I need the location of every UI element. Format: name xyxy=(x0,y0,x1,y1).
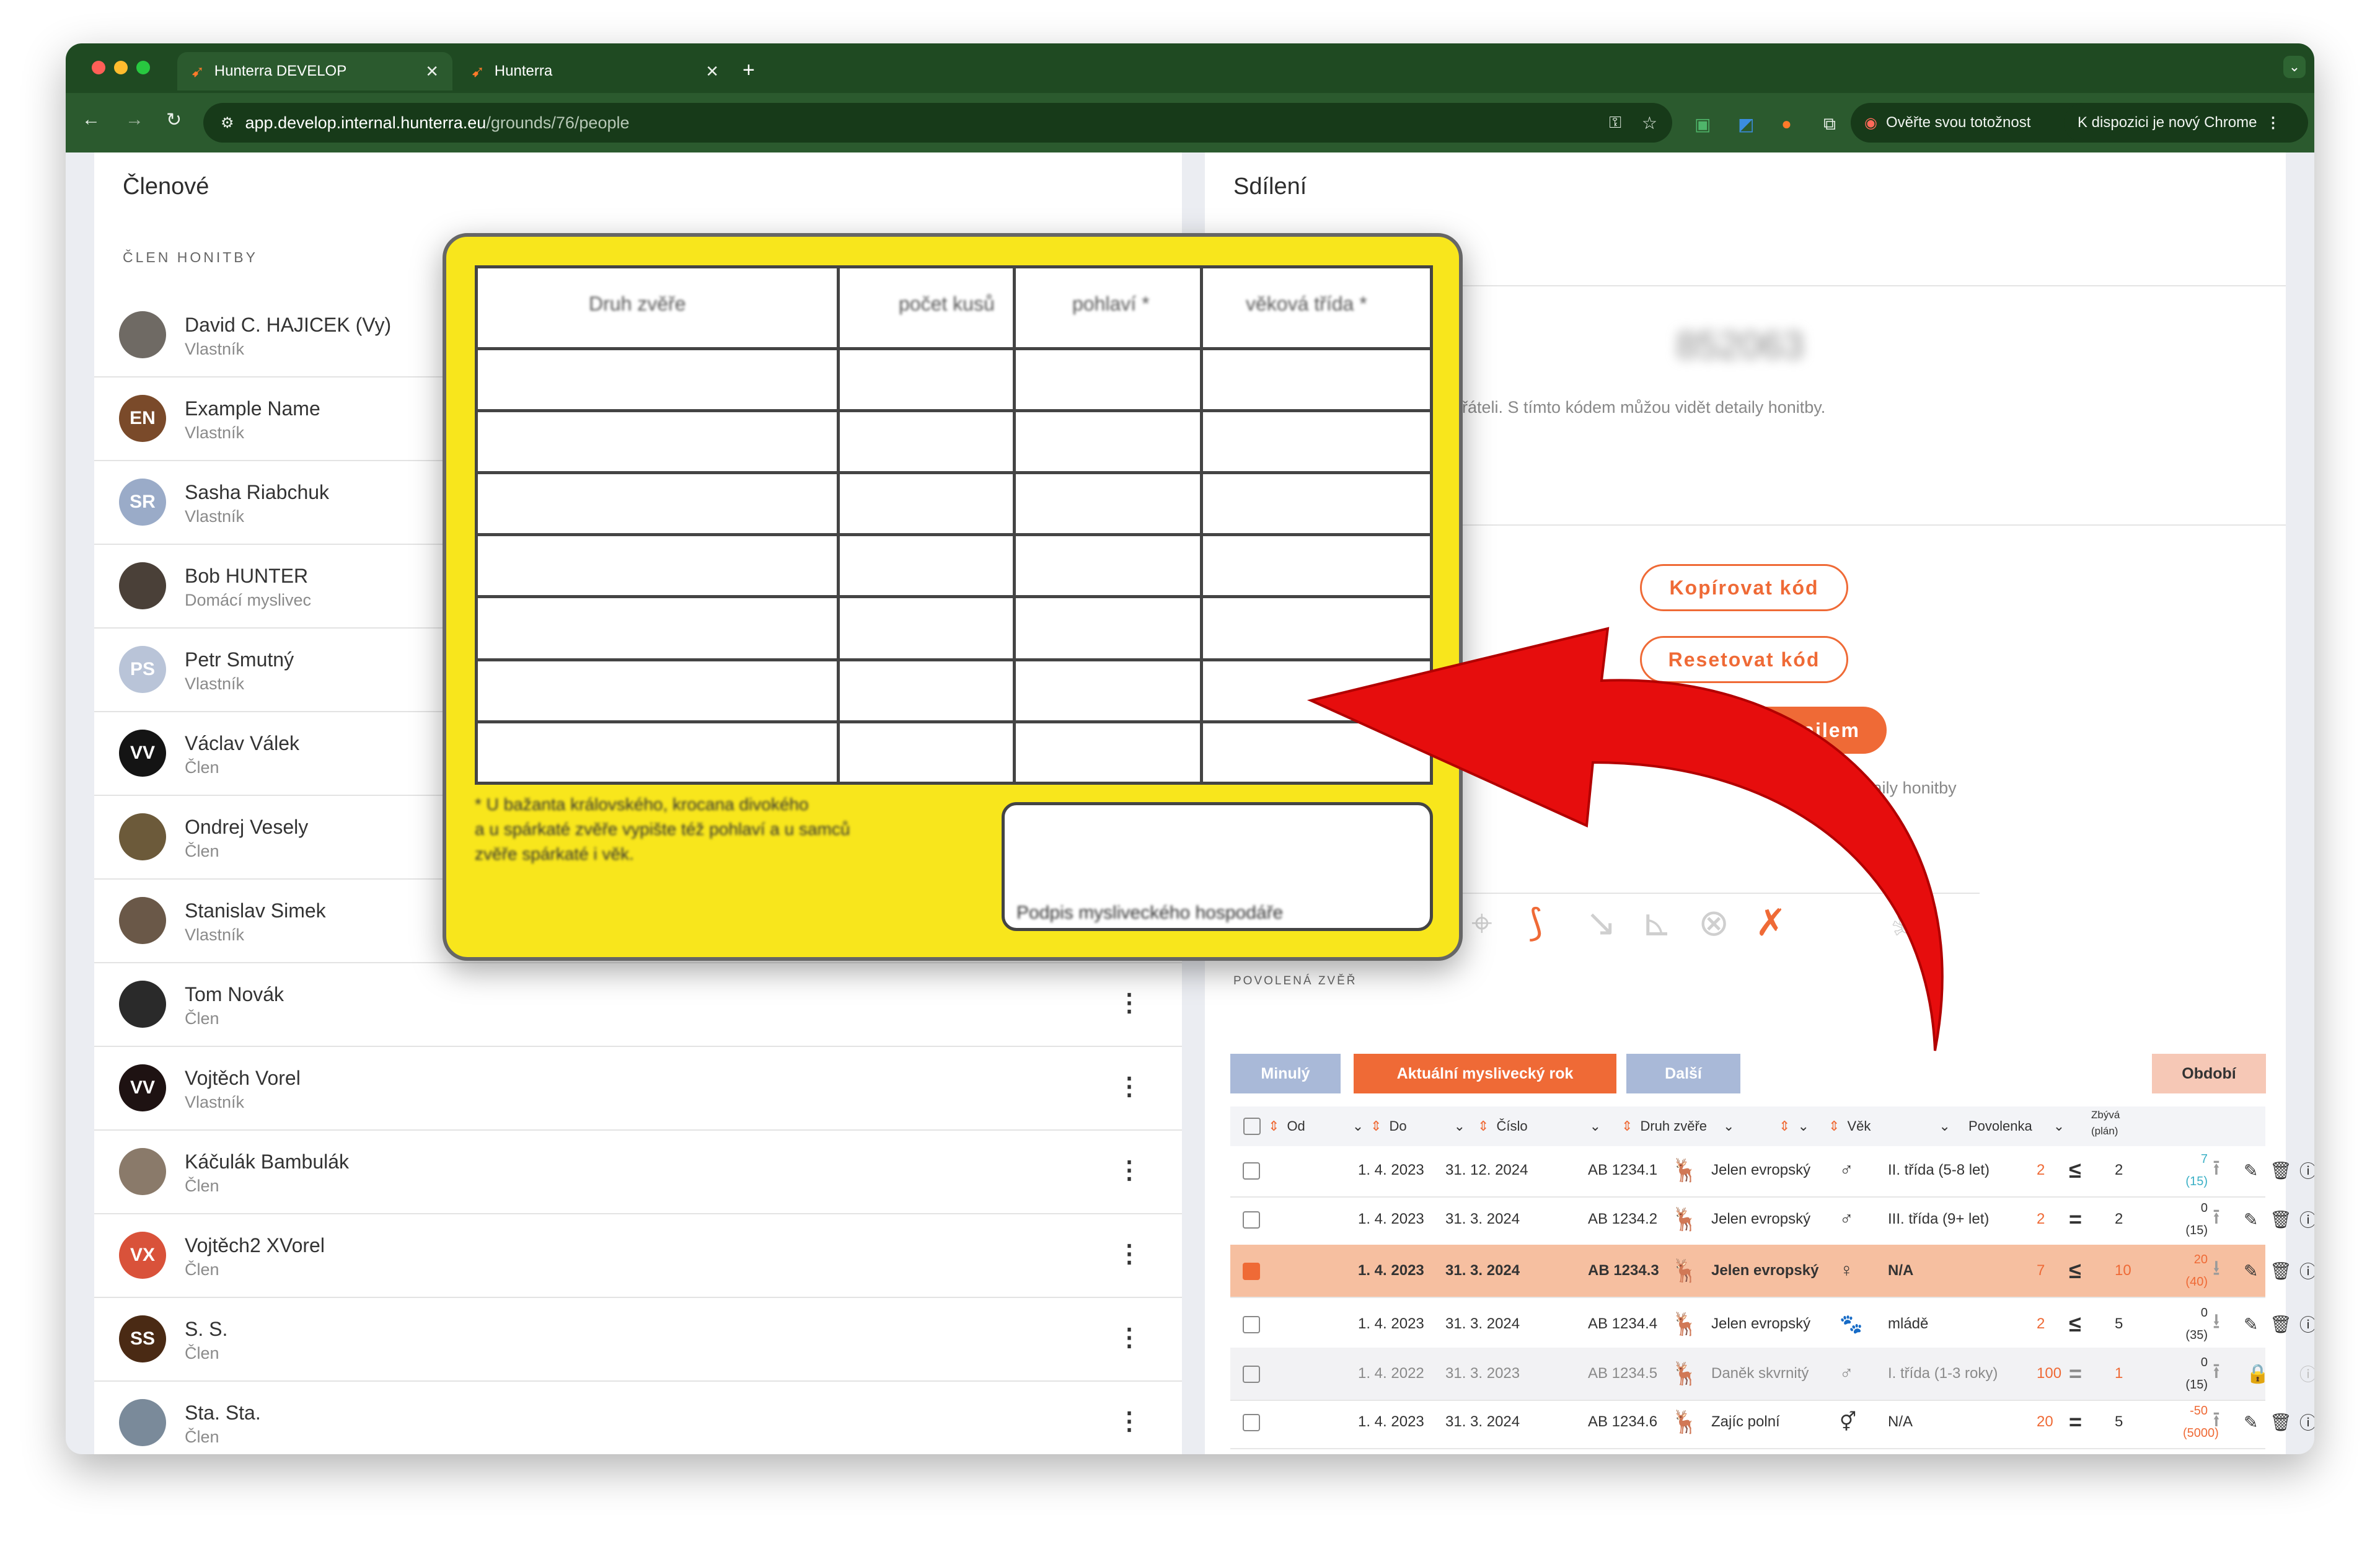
red-arrow-icon xyxy=(1307,627,1944,1051)
